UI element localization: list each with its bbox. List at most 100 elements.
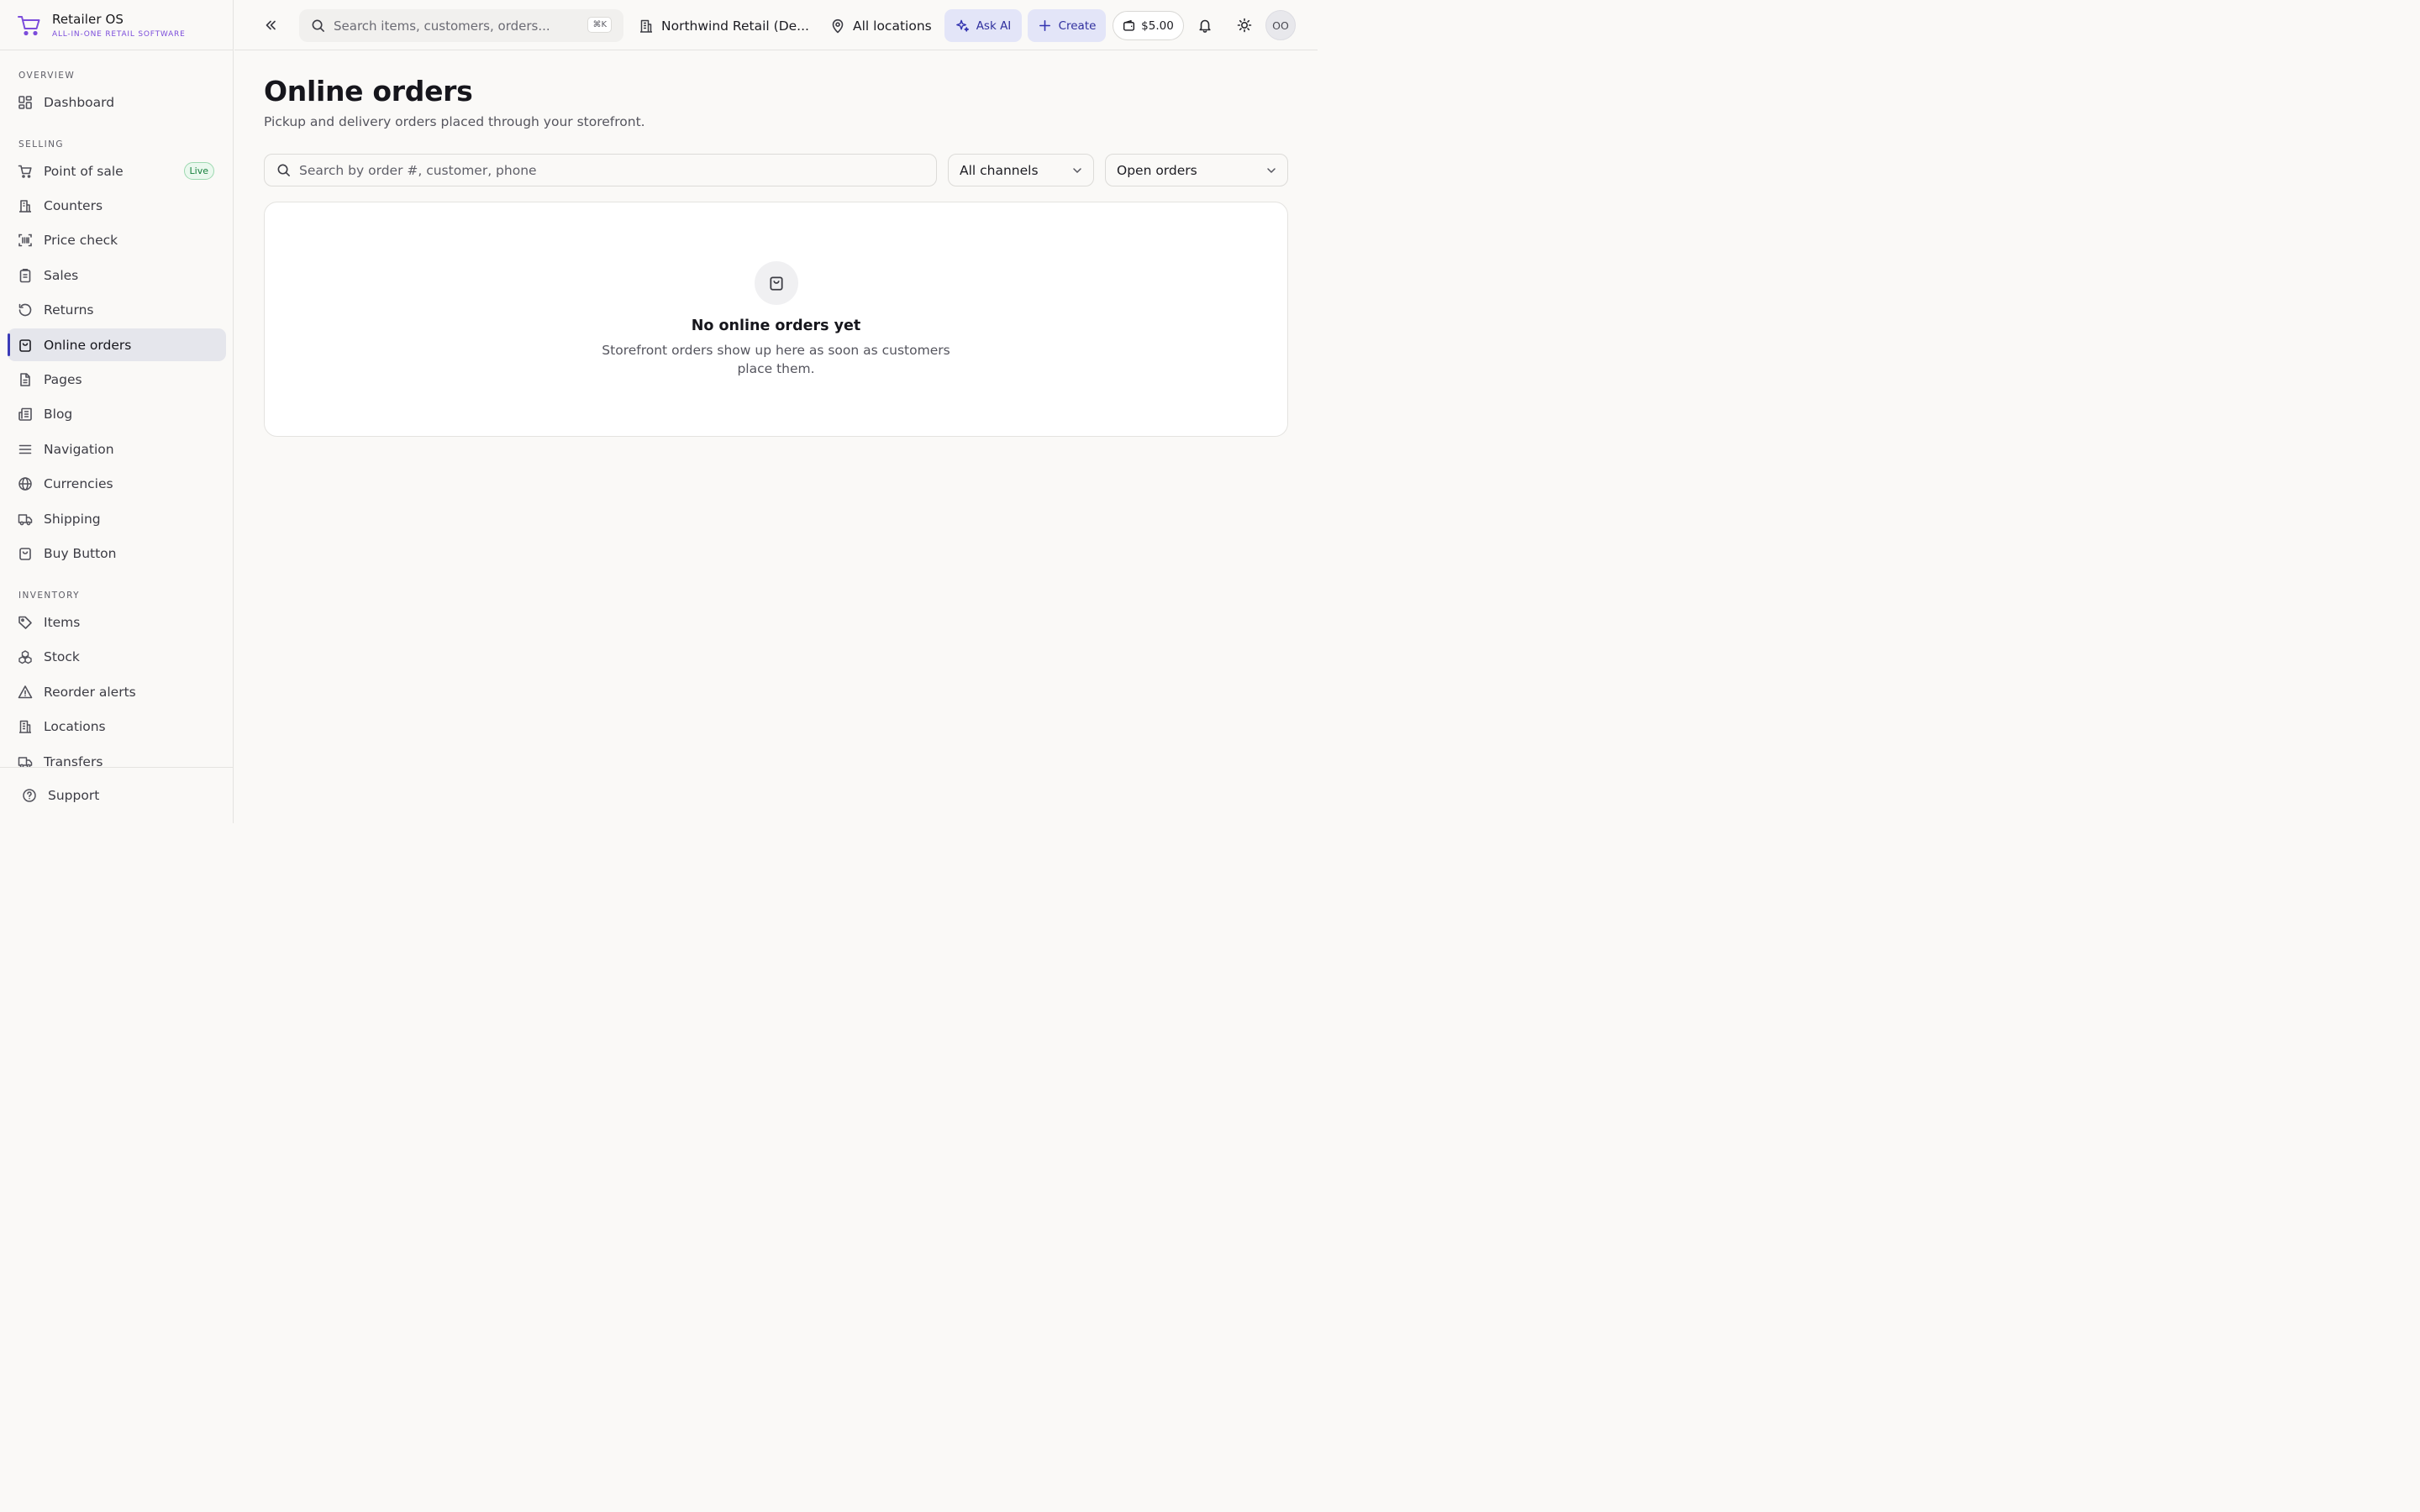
sun-theme-icon[interactable] bbox=[1237, 18, 1252, 33]
sidebar-item-dashboard[interactable]: Dashboard bbox=[8, 86, 226, 118]
location-switcher[interactable]: All locations bbox=[830, 9, 932, 42]
wallet-balance: $5.00 bbox=[1141, 18, 1174, 33]
counter-icon bbox=[19, 199, 31, 213]
empty-state-card: No online orders yet Storefront orders s… bbox=[264, 202, 1288, 437]
empty-state-icon-wrap bbox=[755, 261, 798, 305]
sidebar: Retailer OS ALL-IN-ONE RETAIL SOFTWARE O… bbox=[0, 0, 234, 823]
sidebar-item-label: Sales bbox=[44, 267, 79, 283]
live-status-badge: Live bbox=[183, 162, 214, 180]
sidebar-item-shipping[interactable]: Shipping bbox=[8, 502, 226, 535]
sidebar-item-counters[interactable]: Counters bbox=[8, 189, 226, 222]
sidebar-item-stock[interactable]: Stock bbox=[8, 640, 226, 673]
sidebar-item-items[interactable]: Items bbox=[8, 606, 226, 638]
search-icon bbox=[312, 19, 324, 32]
global-search-input[interactable] bbox=[334, 18, 586, 34]
wallet-icon bbox=[1123, 19, 1135, 31]
sidebar-item-pages[interactable]: Pages bbox=[8, 363, 226, 396]
clipboard-icon bbox=[19, 268, 31, 282]
truck-icon bbox=[18, 756, 33, 768]
section-title-selling: SELLING bbox=[18, 139, 64, 150]
location-name: All locations bbox=[853, 18, 932, 34]
document-icon bbox=[20, 372, 30, 386]
sidebar-item-label: Online orders bbox=[44, 337, 132, 353]
globe-icon bbox=[18, 476, 32, 491]
status-filter-select[interactable]: Open orders bbox=[1105, 154, 1288, 186]
menu-lines-icon bbox=[18, 444, 32, 454]
newspaper-icon bbox=[18, 407, 32, 421]
top-bar: ⌘K Northwind Retail (De... All locations… bbox=[234, 0, 1318, 50]
empty-state-title: No online orders yet bbox=[691, 318, 861, 334]
order-search-input[interactable] bbox=[299, 162, 887, 178]
bell-icon[interactable] bbox=[1197, 18, 1213, 33]
sidebar-item-label: Blog bbox=[44, 406, 73, 422]
truck-icon bbox=[18, 513, 33, 525]
sidebar-item-returns[interactable]: Returns bbox=[8, 293, 226, 326]
tag-icon bbox=[18, 616, 32, 629]
sidebar-item-transfers[interactable]: Transfers bbox=[8, 745, 226, 768]
sidebar-item-currencies[interactable]: Currencies bbox=[8, 467, 226, 500]
help-circle-icon bbox=[23, 789, 36, 802]
sidebar-item-buy-button[interactable]: Buy Button bbox=[8, 537, 226, 570]
sidebar-item-locations[interactable]: Locations bbox=[8, 710, 226, 743]
sidebar-item-label: Transfers bbox=[44, 753, 103, 769]
search-shortcut-hint: ⌘K bbox=[587, 17, 612, 33]
shopping-bag-icon bbox=[770, 276, 783, 291]
sidebar-nav[interactable]: OVERVIEW Dashboard SELLING Point of sale… bbox=[0, 51, 233, 768]
sidebar-item-blog[interactable]: Blog bbox=[8, 397, 226, 430]
sidebar-item-sales[interactable]: Sales bbox=[8, 259, 226, 291]
create-button[interactable]: Create bbox=[1028, 9, 1106, 42]
collapse-sidebar-icon[interactable] bbox=[263, 18, 278, 33]
sidebar-item-label: Shipping bbox=[44, 511, 101, 527]
main-content: Online orders Pickup and delivery orders… bbox=[234, 51, 1318, 823]
warning-triangle-icon bbox=[18, 685, 33, 698]
chevron-down-icon bbox=[1073, 168, 1081, 173]
sidebar-item-label: Dashboard bbox=[44, 94, 115, 110]
cart-icon bbox=[18, 165, 32, 178]
channel-filter-select[interactable]: All channels bbox=[948, 154, 1094, 186]
dashboard-grid-icon bbox=[18, 95, 32, 109]
global-search[interactable]: ⌘K bbox=[299, 9, 623, 42]
sidebar-item-label: Buy Button bbox=[44, 545, 117, 561]
sidebar-item-navigation[interactable]: Navigation bbox=[8, 433, 226, 465]
sidebar-item-label: Navigation bbox=[44, 441, 114, 457]
support-link[interactable]: Support bbox=[0, 767, 233, 823]
boxes-icon bbox=[18, 649, 32, 664]
sidebar-item-label: Price check bbox=[44, 232, 118, 248]
building-icon bbox=[19, 720, 31, 733]
sidebar-item-online-orders[interactable]: Online orders bbox=[8, 328, 226, 361]
sparkle-icon bbox=[955, 19, 969, 32]
brand-name: Retailer OS bbox=[52, 11, 124, 27]
support-label: Support bbox=[48, 788, 100, 803]
return-arrow-icon bbox=[18, 303, 32, 316]
map-pin-icon bbox=[832, 18, 844, 33]
organization-switcher[interactable]: Northwind Retail (De... bbox=[639, 9, 809, 42]
organization-name: Northwind Retail (De... bbox=[661, 18, 809, 34]
search-icon bbox=[277, 164, 290, 176]
barcode-scan-icon bbox=[18, 234, 32, 246]
ask-ai-button[interactable]: Ask AI bbox=[944, 9, 1022, 42]
shopping-bag-icon bbox=[19, 547, 31, 560]
sidebar-item-price-check[interactable]: Price check bbox=[8, 223, 226, 256]
building-icon bbox=[640, 19, 652, 33]
create-label: Create bbox=[1058, 18, 1097, 33]
brand-header[interactable]: Retailer OS ALL-IN-ONE RETAIL SOFTWARE bbox=[0, 0, 233, 50]
chevron-down-icon bbox=[1267, 168, 1276, 173]
sidebar-item-label: Stock bbox=[44, 648, 80, 664]
status-filter-value: Open orders bbox=[1117, 162, 1197, 178]
sidebar-item-label: Items bbox=[44, 614, 81, 630]
section-title-overview: OVERVIEW bbox=[18, 71, 76, 81]
sidebar-item-point-of-sale[interactable]: Point of sale Live bbox=[8, 155, 226, 187]
page-subtitle: Pickup and delivery orders placed throug… bbox=[264, 114, 645, 129]
section-title-inventory: INVENTORY bbox=[18, 591, 80, 601]
cart-logo-icon bbox=[18, 15, 40, 35]
wallet-balance-button[interactable]: $5.00 bbox=[1113, 11, 1184, 40]
order-search[interactable] bbox=[264, 154, 937, 186]
plus-icon bbox=[1039, 20, 1050, 31]
sidebar-item-label: Returns bbox=[44, 302, 94, 318]
page-title: Online orders bbox=[264, 75, 473, 108]
brand-tagline: ALL-IN-ONE RETAIL SOFTWARE bbox=[52, 29, 186, 39]
sidebar-item-label: Pages bbox=[44, 371, 82, 387]
shopping-bag-icon bbox=[19, 339, 31, 352]
user-avatar[interactable]: OO bbox=[1265, 10, 1296, 40]
sidebar-item-reorder-alerts[interactable]: Reorder alerts bbox=[8, 675, 226, 708]
